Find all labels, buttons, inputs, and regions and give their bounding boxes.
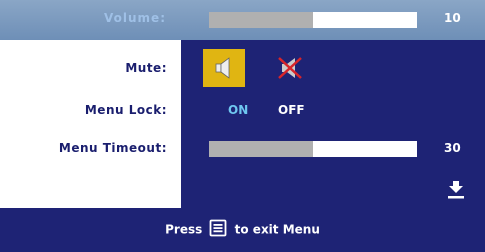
menu-timeout-label: Menu Timeout: [58, 141, 167, 155]
menu-timeout-slider-fill [209, 141, 313, 157]
menu-lock-label: Menu Lock: [84, 103, 167, 117]
mute-label: Mute: [125, 61, 167, 75]
footer-press-text: Press [165, 222, 203, 237]
menu-lock-on-option[interactable]: ON [228, 103, 248, 117]
menu-timeout-value: 30 [444, 141, 461, 155]
settings-panel: ON OFF 30 [181, 40, 485, 208]
speaker-muted-icon [278, 57, 302, 79]
volume-row[interactable]: Volume: 10 [0, 0, 485, 40]
osd-menu: Volume: 10 Mute: Menu Lock: Menu Timeout… [0, 0, 485, 252]
speaker-icon [215, 57, 230, 79]
mute-off-button[interactable] [275, 49, 305, 87]
label-column: Mute: Menu Lock: Menu Timeout: [0, 40, 181, 208]
footer-exit-text: to exit Menu [234, 222, 320, 237]
volume-label: Volume: [104, 11, 166, 25]
volume-slider[interactable] [209, 12, 417, 28]
volume-slider-fill [209, 12, 313, 28]
arrow-down-icon[interactable] [447, 180, 465, 200]
mute-on-button[interactable] [203, 49, 245, 87]
menu-timeout-slider[interactable] [209, 141, 417, 157]
footer-bar: Press to exit Menu [0, 208, 485, 252]
menu-lock-off-option[interactable]: OFF [278, 103, 305, 117]
menu-key-icon [210, 219, 227, 237]
footer-hint: Press to exit Menu [0, 219, 485, 239]
volume-value: 10 [444, 11, 461, 25]
